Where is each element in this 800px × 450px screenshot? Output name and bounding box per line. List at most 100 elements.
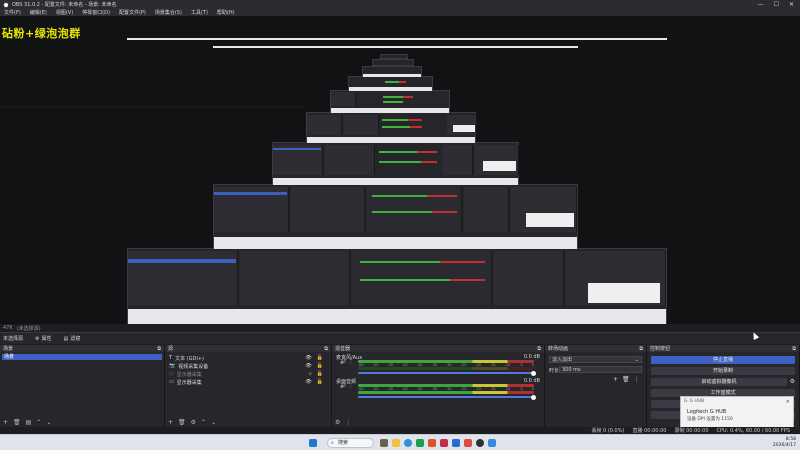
menu-edit[interactable]: 编辑(E) xyxy=(30,9,47,16)
mixer-channel: 桌面音频 0.0 dB -60 -55 -50 -45 -40 -35 -30 -25 -20-… xyxy=(336,378,540,400)
scenes-dock-title: 场景 xyxy=(3,346,14,352)
transitions-dock-title: 转场动画 xyxy=(548,346,569,352)
start-icon[interactable] xyxy=(309,439,317,447)
filters-button[interactable]: ▤ 滤镜 xyxy=(64,335,81,343)
source-item[interactable]: ▭ 显示器采集 ⌀ 🔓 xyxy=(167,371,329,378)
app-icon[interactable] xyxy=(428,439,436,447)
remove-scene-button[interactable]: 🗑 xyxy=(13,419,21,426)
windows-taskbar: ⌕ 搜索 8:58 2026/4/17 xyxy=(0,434,800,450)
window-title: OBS 31.0.2 - 配置文件: 未命名 - 场景: 未命名 xyxy=(12,2,117,8)
controls-dock-title: 控制按钮 xyxy=(650,346,671,352)
live-timer: 直播 00:00:00 xyxy=(632,428,667,434)
move-up-button[interactable]: ⌃ xyxy=(36,419,41,426)
menu-help[interactable]: 帮助(H) xyxy=(217,9,235,16)
widgets-icon[interactable] xyxy=(380,439,388,447)
transition-select[interactable]: 淡入淡出 ⌄ xyxy=(549,356,642,363)
remove-transition-button[interactable]: 🗑 xyxy=(622,376,630,383)
cpu-fps-status: CPU: 0.4%, 60.00 / 60.00 FPS xyxy=(716,427,790,434)
app-icon[interactable] xyxy=(464,439,472,447)
add-transition-button[interactable]: + xyxy=(613,376,618,383)
eye-off-icon[interactable]: ⌀ xyxy=(309,371,312,377)
app-icon[interactable] xyxy=(440,439,448,447)
scene-item[interactable]: 场景 xyxy=(2,354,162,360)
rec-timer: 录制 00:00:00 xyxy=(674,428,709,434)
volume-slider[interactable] xyxy=(358,370,536,376)
properties-button[interactable]: ⚙ 属性 xyxy=(35,335,52,343)
menu-profile[interactable]: 配置文件(P) xyxy=(119,9,146,16)
mixer-settings-button[interactable]: ⚙ xyxy=(335,419,340,426)
nested-taskbar-strip xyxy=(127,38,667,40)
minimize-button[interactable]: — xyxy=(758,1,764,8)
start-recording-button[interactable]: 开始录制 xyxy=(651,367,795,375)
fps-label: 47K xyxy=(3,325,13,331)
scenes-dock-header: 场景 ⧉ xyxy=(0,345,164,352)
undock-icon[interactable]: ⧉ xyxy=(157,346,161,352)
source-item[interactable]: 📷 视频采集设备 👁 🔓 xyxy=(167,363,329,370)
duration-input[interactable]: 300 ms xyxy=(559,366,642,373)
eye-icon[interactable]: 👁 xyxy=(305,355,311,361)
close-button[interactable]: ✕ xyxy=(789,1,794,8)
lock-icon[interactable]: 🔓 xyxy=(317,379,323,385)
edge-icon[interactable] xyxy=(404,439,412,447)
toast-close-button[interactable]: ✕ xyxy=(786,399,790,405)
gear-icon[interactable]: ⚙ xyxy=(790,378,795,385)
lock-icon[interactable]: 🔓 xyxy=(317,355,323,361)
app-icon[interactable] xyxy=(452,439,460,447)
add-scene-button[interactable]: + xyxy=(3,419,8,426)
menu-docks[interactable]: 停靠窗口(D) xyxy=(82,9,110,16)
transitions-dock: 转场动画 ⧉ 淡入淡出 ⌄ 时长 300 ms + 🗑 ⋮ xyxy=(545,345,647,427)
taskbar-search[interactable]: ⌕ 搜索 xyxy=(327,438,374,448)
audio-mixer-dock: 混音器 ⧉ 麦克风/Aux 0.0 dB -60 -55 -50 -45 -40 -35-… xyxy=(332,345,545,427)
virtual-camera-button[interactable]: 启动虚拟摄像机 xyxy=(651,378,787,386)
gear-icon[interactable]: ⋮ xyxy=(348,359,353,365)
notification-toast[interactable]: G G HUB ✕ Logitech G HUB 设备 DPI 设置为 1150 xyxy=(680,396,794,429)
source-status: (未选择源) xyxy=(16,325,41,332)
scene-filters-button[interactable]: ▤ xyxy=(26,419,32,426)
add-source-button[interactable]: + xyxy=(168,419,173,426)
source-item[interactable]: T 文本 (GDI+) 👁 🔓 xyxy=(167,355,329,362)
menu-view[interactable]: 视图(V) xyxy=(56,9,73,16)
window-controls: — ☐ ✕ xyxy=(758,1,800,8)
undock-icon[interactable]: ⧉ xyxy=(639,346,643,352)
context-bar: 未选择源 ⚙ 属性 ▤ 滤镜 xyxy=(0,332,800,344)
lock-icon[interactable]: 🔓 xyxy=(317,371,323,377)
speaker-icon[interactable]: 🔊 xyxy=(340,359,346,365)
nested-capture-8 xyxy=(372,59,414,66)
move-down-button[interactable]: ⌄ xyxy=(46,419,51,426)
controls-dock-header: 控制按钮 ⧉ xyxy=(647,345,799,352)
mixer-dock-header: 混音器 ⧉ xyxy=(332,345,544,352)
system-tray[interactable]: 8:58 2026/4/17 xyxy=(773,437,796,449)
meter-ticks: -60 -55 -50 -45 -40 -35 -30 -25 -20 -15 -10 -5 0 xyxy=(358,363,534,367)
eye-icon[interactable]: 👁 xyxy=(305,379,311,385)
move-down-button[interactable]: ⌄ xyxy=(211,419,216,426)
wechat-icon[interactable] xyxy=(416,439,424,447)
app-icon[interactable] xyxy=(488,439,496,447)
undock-icon[interactable]: ⧉ xyxy=(792,346,796,352)
mixer-menu-button[interactable]: ⋮ xyxy=(345,419,351,426)
volume-meter xyxy=(358,367,534,370)
volume-meter xyxy=(358,391,534,394)
menu-scene-collection[interactable]: 场景集合(S) xyxy=(155,9,182,16)
overlay-text: 砧粉+绿泡泡群 xyxy=(2,27,81,40)
menu-file[interactable]: 文件(F) xyxy=(4,9,21,16)
transition-menu-button[interactable]: ⋮ xyxy=(634,376,640,383)
menu-bar: 文件(F) 编辑(E) 视图(V) 停靠窗口(D) 配置文件(P) 场景集合(S… xyxy=(0,9,800,16)
source-item[interactable]: ▭ 显示器采集 👁 🔓 xyxy=(167,379,329,386)
lock-icon[interactable]: 🔓 xyxy=(317,363,323,369)
source-properties-button[interactable]: ⚙ xyxy=(191,419,196,426)
eye-icon[interactable]: 👁 xyxy=(305,363,311,369)
preview-canvas[interactable]: 砧粉+绿泡泡群 xyxy=(0,16,800,324)
gear-icon[interactable]: ⋮ xyxy=(348,383,353,389)
volume-slider[interactable] xyxy=(358,394,536,400)
stop-streaming-button[interactable]: 停止直播 xyxy=(651,356,795,364)
undock-icon[interactable]: ⧉ xyxy=(324,346,328,352)
nested-capture-6 xyxy=(348,76,433,91)
menu-tools[interactable]: 工具(T) xyxy=(191,9,208,16)
maximize-button[interactable]: ☐ xyxy=(774,1,779,8)
undock-icon[interactable]: ⧉ xyxy=(537,346,541,352)
obs-icon[interactable] xyxy=(476,439,484,447)
move-up-button[interactable]: ⌃ xyxy=(201,419,206,426)
file-explorer-icon[interactable] xyxy=(392,439,400,447)
remove-source-button[interactable]: 🗑 xyxy=(178,419,186,426)
speaker-icon[interactable]: 🔊 xyxy=(340,383,346,389)
